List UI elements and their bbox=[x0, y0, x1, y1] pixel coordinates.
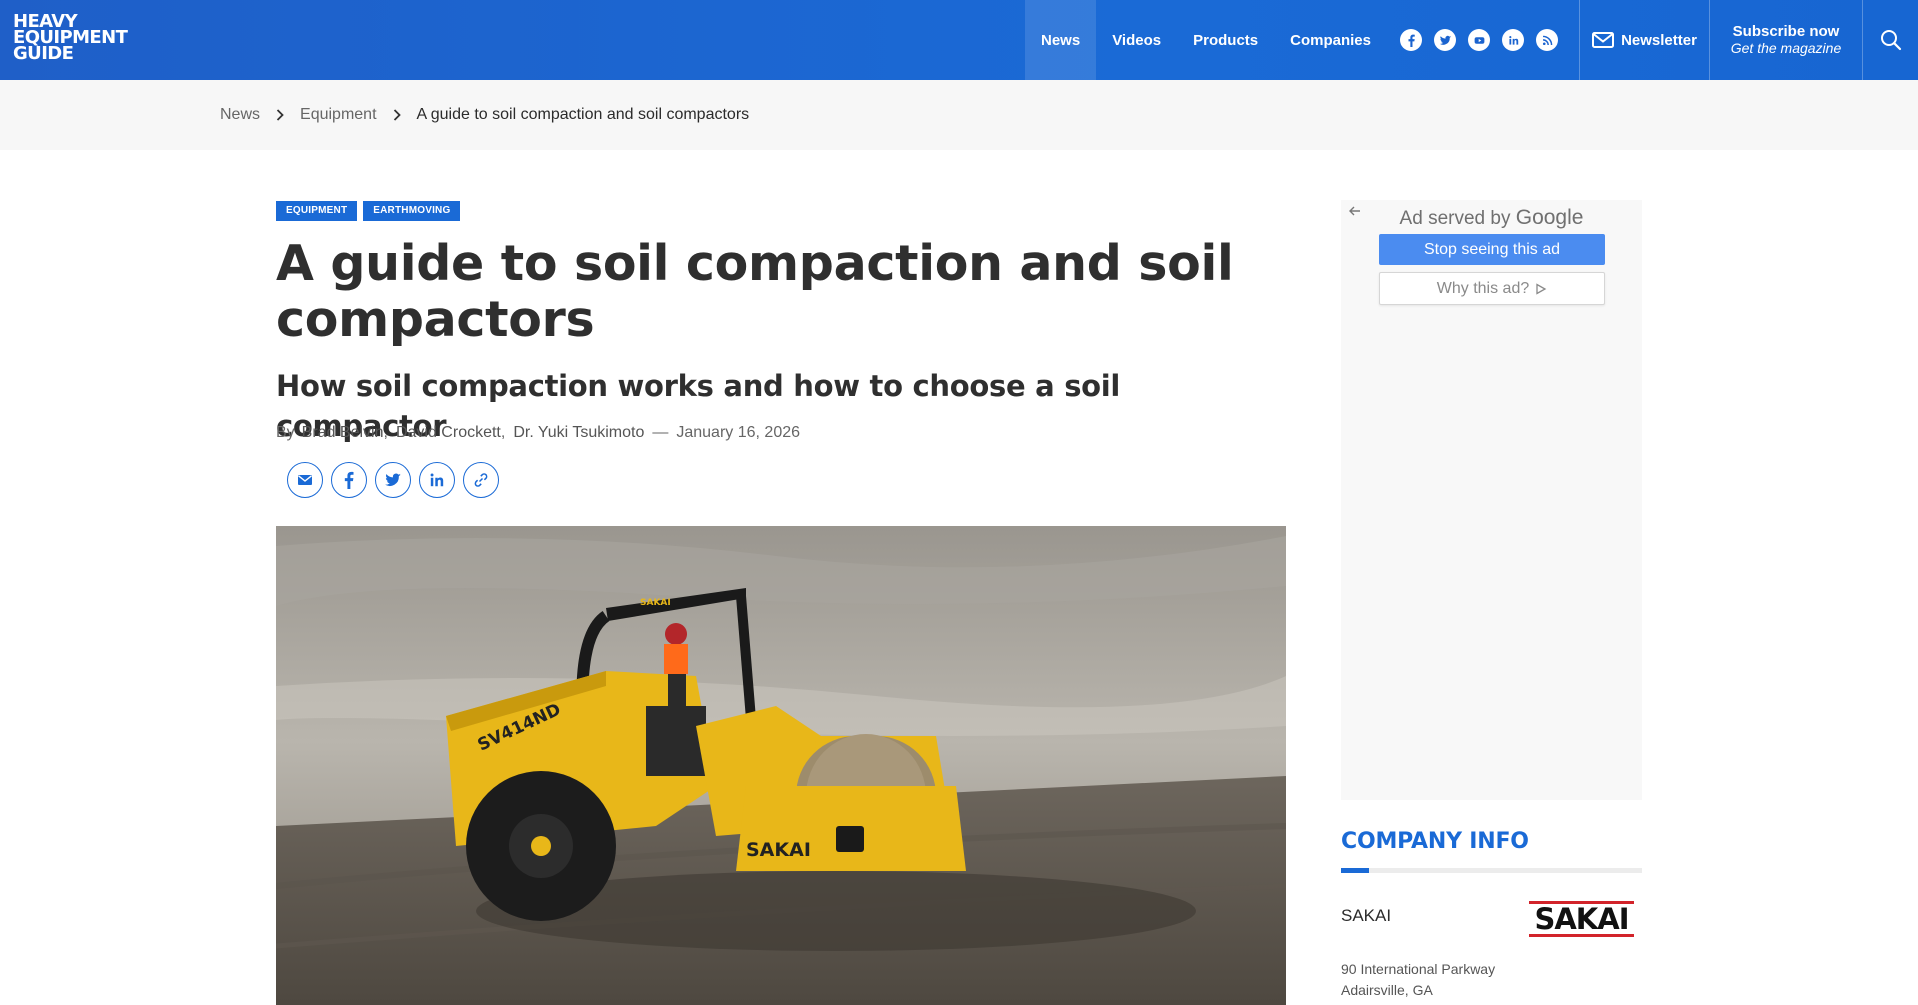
envelope-icon bbox=[1592, 32, 1615, 48]
share-facebook-button[interactable] bbox=[331, 462, 367, 498]
ad-served-by: Ad served by Google bbox=[1341, 206, 1642, 230]
search-icon bbox=[1880, 30, 1901, 51]
tag-equipment[interactable]: EQUIPMENT bbox=[276, 201, 358, 221]
share-twitter-button[interactable] bbox=[375, 462, 411, 498]
nav-item-videos[interactable]: Videos bbox=[1096, 0, 1177, 80]
adchoices-icon bbox=[1536, 282, 1547, 295]
author-link[interactable]: Dr. Yuki Tsukimoto bbox=[513, 424, 644, 442]
nav-item-companies[interactable]: Companies bbox=[1274, 0, 1387, 80]
linkedin-icon bbox=[430, 473, 444, 487]
tag-earthmoving[interactable]: EARTHMOVING bbox=[363, 201, 461, 221]
facebook-icon bbox=[344, 471, 354, 489]
company-name[interactable]: SAKAI bbox=[1341, 906, 1391, 926]
why-this-ad-label: Why this ad? bbox=[1436, 279, 1530, 297]
share-buttons bbox=[287, 462, 499, 498]
nav-item-products[interactable]: Products bbox=[1177, 0, 1274, 80]
publish-date: January 16, 2026 bbox=[676, 424, 801, 441]
chevron-right-icon bbox=[393, 109, 401, 121]
drum-brand: SAKAI bbox=[746, 839, 811, 861]
email-icon bbox=[298, 475, 312, 485]
byline-by: By bbox=[276, 424, 295, 441]
company-address-line-2: Adairsville, GA bbox=[1341, 982, 1433, 998]
main-nav: News Videos Products Companies bbox=[1025, 0, 1387, 80]
author-link[interactable]: Brad Belvin bbox=[302, 424, 384, 442]
newsletter-label: Newsletter bbox=[1621, 31, 1697, 49]
breadcrumb-bar: News Equipment A guide to soil compactio… bbox=[0, 80, 1918, 150]
company-info-divider-accent bbox=[1341, 868, 1369, 873]
linkedin-icon[interactable] bbox=[1502, 29, 1524, 51]
twitter-icon bbox=[385, 473, 401, 486]
twitter-icon[interactable] bbox=[1434, 29, 1456, 51]
site-logo[interactable]: HEAVY EQUIPMENT GUIDE bbox=[13, 13, 163, 64]
ad-served-label: Ad served by bbox=[1399, 208, 1511, 229]
site-header: HEAVY EQUIPMENT GUIDE News Videos Produc… bbox=[0, 0, 1918, 80]
nav-item-news[interactable]: News bbox=[1025, 0, 1097, 80]
company-logo-text: SAKAI bbox=[1534, 902, 1629, 936]
why-this-ad-button[interactable]: Why this ad? bbox=[1379, 272, 1605, 305]
byline-dash: — bbox=[652, 424, 669, 441]
ad-slot: Ad served by Google Stop seeing this ad … bbox=[1341, 200, 1642, 800]
chevron-right-icon bbox=[276, 109, 284, 121]
share-email-button[interactable] bbox=[287, 462, 323, 498]
byline: By Brad Belvin, David Crockett, Dr. Yuki… bbox=[276, 421, 800, 445]
header-social-links bbox=[1400, 29, 1558, 51]
logo-stripe-bottom bbox=[1529, 934, 1634, 937]
author-separator: , bbox=[500, 424, 506, 441]
article-tags: EQUIPMENT EARTHMOVING bbox=[276, 201, 461, 221]
share-linkedin-button[interactable] bbox=[419, 462, 455, 498]
breadcrumb-equipment[interactable]: Equipment bbox=[300, 106, 377, 124]
company-info-divider bbox=[1341, 868, 1642, 873]
facebook-icon[interactable] bbox=[1400, 29, 1422, 51]
logo-line-3: GUIDE bbox=[13, 43, 74, 64]
article-title: A guide to soil compaction and soil comp… bbox=[276, 235, 1234, 348]
youtube-icon[interactable] bbox=[1468, 29, 1490, 51]
subscribe-line-2: Get the magazine bbox=[1730, 40, 1842, 56]
share-copy-link-button[interactable] bbox=[463, 462, 499, 498]
breadcrumb-current: A guide to soil compaction and soil comp… bbox=[416, 106, 750, 123]
google-wordmark: Google bbox=[1515, 206, 1584, 229]
link-icon bbox=[474, 473, 488, 487]
author-separator: , bbox=[383, 424, 388, 441]
newsletter-button[interactable]: Newsletter bbox=[1580, 0, 1709, 80]
company-logo[interactable]: SAKAI bbox=[1529, 900, 1634, 938]
subscribe-line-1: Subscribe now bbox=[1732, 23, 1840, 40]
stop-seeing-ad-button[interactable]: Stop seeing this ad bbox=[1379, 234, 1605, 265]
rss-icon[interactable] bbox=[1536, 29, 1558, 51]
subscribe-button[interactable]: Subscribe now Get the magazine bbox=[1710, 0, 1862, 80]
company-address-line-1: 90 International Parkway bbox=[1341, 961, 1496, 977]
canopy-brand: SAKAI bbox=[640, 598, 671, 608]
company-info-heading: COMPANY INFO bbox=[1341, 829, 1529, 854]
breadcrumb: News Equipment A guide to soil compactio… bbox=[220, 80, 749, 150]
author-link[interactable]: David Crockett bbox=[396, 424, 501, 442]
breadcrumb-news[interactable]: News bbox=[220, 106, 260, 124]
hero-image: SAKAI SV414ND SAKAI bbox=[276, 526, 1286, 1005]
search-button[interactable] bbox=[1863, 0, 1918, 80]
